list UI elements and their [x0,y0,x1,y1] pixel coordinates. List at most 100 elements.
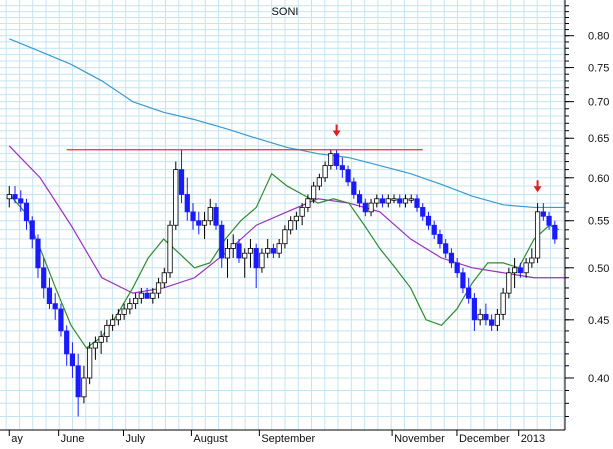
price-bar-body [282,229,288,245]
price-bar-body [540,211,546,217]
price-bar-body [190,211,196,222]
price-bar-body [155,282,162,294]
price-bar-body [512,267,518,274]
price-bar-body [368,202,374,213]
price-bar-body [293,215,299,222]
price-bar-body [437,233,443,245]
price-bar-body [132,297,139,305]
price-bar-body [127,303,133,310]
price-bar-body [81,377,87,398]
price-bar-body [270,248,277,254]
price-bar-body [121,308,127,315]
price-bar-body [517,267,523,274]
price-bar-body [224,248,231,259]
price-bar-body [351,181,357,195]
y-tick-label: 0.60 [588,173,609,185]
chart: 0.80 0.75 0.70 0.65 0.60 0.55 0.50 0.45 0.40 ay Ju… [0,0,613,445]
price-bar-body [494,313,500,326]
price-bar-body [339,165,345,171]
y-tick-label: 0.45 [588,315,609,327]
price-bar-body [242,252,248,259]
price-bar-body [529,257,535,264]
price-bar-body [184,194,190,213]
price-bar-body [379,198,386,204]
price-bar-body [489,319,495,326]
price-bar-body [219,224,225,259]
price-bar-body [213,207,219,226]
price-bar-body [201,220,208,226]
price-bar-body [385,198,391,204]
price-bar-body [253,248,259,269]
price-bar-body [87,347,93,379]
price-bar-body [345,169,351,183]
price-bar-body [333,153,340,166]
price-bar [87,342,93,385]
price-bar-body [35,238,41,269]
price-bar-body [477,313,483,321]
price-bar-body [552,224,558,240]
price-bar-body [322,165,328,179]
price-bar-body [328,153,334,166]
price-bar-body [276,243,282,254]
price-bar-body [374,198,380,204]
price-bar-body [12,194,18,200]
chart-canvas: 0.80 0.75 0.70 0.65 0.60 0.55 0.50 0.45 0.40 ay Ju… [0,0,613,445]
y-tick-label: 0.70 [588,97,609,109]
price-bar-body [316,177,322,187]
price-bar-body [397,198,403,204]
price-bar-body [52,303,58,310]
price-bar-body [259,252,265,269]
price-bar-body [420,207,426,217]
price-bar-body [41,267,47,289]
price-bar-body [288,220,294,231]
y-tick-label: 0.80 [588,31,609,43]
price-bar-body [150,292,156,299]
price-bar-body [161,272,167,284]
y-tick-label: 0.75 [588,63,609,75]
price-bar-body [23,202,30,222]
price-bar-body [402,198,409,204]
y-tick-label: 0.55 [588,216,609,228]
price-bar-body [454,262,460,274]
price-bar-body [110,319,116,326]
price-bar-body [471,297,478,321]
price-bar-body [546,215,552,226]
price-bar [534,203,541,263]
price-bar-body [362,202,368,213]
price-bar-body [236,243,242,259]
price-bar-body [178,169,185,195]
x-tick-label: November [394,433,445,444]
y-tick-label: 0.40 [588,373,609,385]
x-tick-label: June [61,433,85,444]
price-bar-body [265,248,271,254]
price-bar-body [64,330,70,355]
price-bar-body [448,252,455,264]
price-bar-body [138,292,144,299]
price-bar-body [431,224,437,235]
x-tick-label: 2013 [521,433,545,444]
price-bar-body [46,287,53,305]
x-tick-label: July [125,433,145,444]
price-bar-body [299,207,305,217]
price-bar-body [391,198,397,201]
price-bar-body [29,220,35,240]
price-bar-body [483,313,489,321]
price-bar-body [92,341,99,349]
x-tick-label: August [193,433,227,444]
price-bar-body [534,211,541,259]
chart-title: SONI [272,6,299,18]
price-bar-body [500,292,506,315]
price-bar-body [75,365,81,398]
price-bar-body [305,198,311,208]
price-bar-body [460,272,466,289]
price-bar-body [6,194,12,200]
price-bar-body [104,324,110,337]
price-bar-body [173,169,179,226]
price-bar-body [414,198,420,208]
price-bar-body [443,243,449,254]
price-bar-body [523,262,529,274]
price-bar-body [311,185,317,200]
price-bar-body [196,220,202,226]
price-bar-body [167,224,173,274]
x-tick-label: September [261,433,315,444]
